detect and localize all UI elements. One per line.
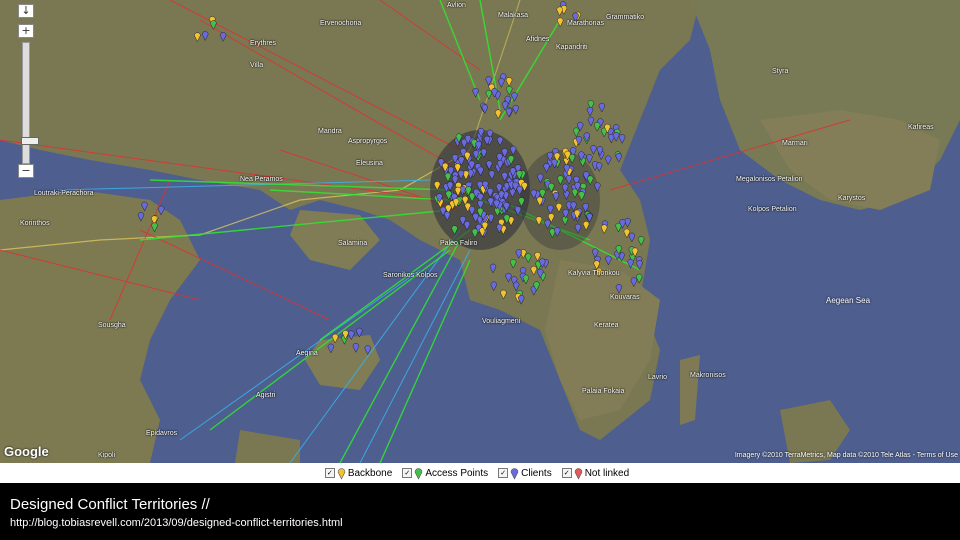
backbone-pin-icon: [337, 467, 346, 480]
place-label: Karystos: [838, 195, 866, 202]
zoom-slider[interactable]: [21, 42, 39, 164]
map-copyright[interactable]: Imagery ©2010 TerraMetrics, Map data ©20…: [735, 452, 958, 459]
place-label: Erythres: [250, 40, 277, 47]
zoom-control: ↓ + −: [18, 0, 39, 180]
map-legend: ✓ Backbone ✓ Access Points ✓ Clients ✓ N…: [0, 463, 960, 483]
place-label: Grammatiko: [606, 14, 645, 21]
place-label: Palaia Fokaia: [582, 388, 625, 395]
pan-icon[interactable]: ↓: [18, 4, 34, 18]
place-label: Makronisos: [690, 372, 726, 379]
place-label: Korinthos: [20, 220, 50, 227]
client-pin-icon: [510, 467, 519, 480]
place-label: Afidnes: [526, 36, 550, 43]
sea-label: Aegean Sea: [826, 296, 871, 305]
place-label: Ervenochoria: [320, 20, 362, 27]
legend-not-linked[interactable]: ✓ Not linked: [561, 467, 630, 480]
legend-label: Access Points: [425, 467, 489, 479]
place-label: Mandra: [318, 128, 342, 135]
place-label: Megalonisos Petalion: [736, 176, 803, 183]
place-label: Lavrio: [648, 374, 668, 381]
place-label: Epidavros: [146, 430, 178, 437]
place-label: Kouvaras: [610, 294, 640, 301]
place-label: Keratea: [594, 322, 619, 329]
place-label: Salamina: [338, 240, 368, 247]
place-label: Kipoli: [98, 452, 116, 459]
map-canvas: [0, 0, 960, 463]
place-label: Paleo Faliro: [440, 240, 478, 247]
place-label: Sousgha: [98, 322, 126, 329]
place-label: Aspropyrgos: [348, 138, 388, 145]
place-label: Kalyvia Thorikou: [568, 270, 620, 277]
place-label: Kafireas: [908, 124, 934, 131]
place-label: Marmari: [782, 140, 808, 147]
google-logo[interactable]: Google: [4, 444, 49, 459]
legend-backbone[interactable]: ✓ Backbone: [324, 467, 393, 480]
legend-access-points[interactable]: ✓ Access Points: [402, 467, 488, 480]
legend-label: Clients: [521, 467, 552, 479]
place-label: Saronikos Kolpos: [383, 272, 438, 279]
caption-bar: Designed Conflict Territories // http://…: [0, 483, 960, 540]
place-label: Aegina: [296, 350, 318, 357]
zoom-out-button[interactable]: −: [18, 164, 34, 178]
clients-checkbox[interactable]: ✓: [498, 468, 509, 478]
legend-clients[interactable]: ✓ Clients: [498, 467, 552, 480]
legend-label: Backbone: [347, 467, 393, 479]
place-label: Agistri: [256, 392, 276, 399]
place-label: Styra: [772, 68, 789, 75]
zoom-slider-handle[interactable]: [21, 137, 39, 145]
access-point-pin-icon: [415, 467, 423, 480]
zoom-in-button[interactable]: +: [18, 24, 34, 38]
not-linked-checkbox[interactable]: ✓: [561, 468, 572, 478]
place-label: Eleusina: [356, 160, 383, 167]
place-label: Kapandriti: [556, 44, 588, 51]
caption-url[interactable]: http://blog.tobiasrevell.com/2013/09/des…: [10, 517, 343, 529]
place-label: Avlion: [447, 2, 466, 9]
place-label: Malakasa: [498, 12, 528, 19]
place-label: Nea Peramos: [240, 176, 283, 183]
caption-title: Designed Conflict Territories //: [10, 496, 210, 513]
map-view[interactable]: Avlion Ervenochoria Malakasa Erythres Af…: [0, 0, 960, 463]
backbone-checkbox[interactable]: ✓: [324, 468, 335, 478]
legend-label: Not linked: [584, 467, 630, 479]
place-label: Kolpos Petalion: [748, 206, 797, 213]
place-label: Loutraki-Perachora: [34, 190, 94, 197]
place-label: Villa: [250, 62, 264, 69]
access-points-checkbox[interactable]: ✓: [402, 468, 413, 478]
not-linked-pin-icon: [574, 467, 583, 480]
place-label: Marathonas: [567, 20, 604, 27]
place-label: Vouliagmeni: [482, 318, 521, 325]
